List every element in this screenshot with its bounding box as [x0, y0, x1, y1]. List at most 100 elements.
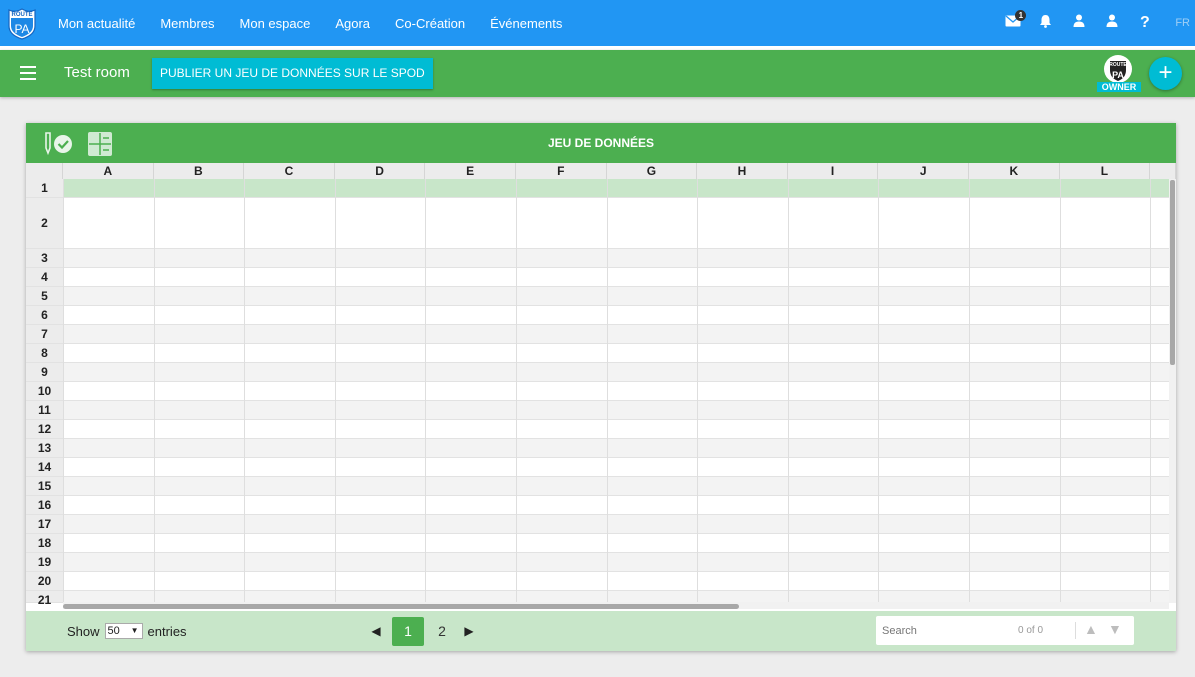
column-header[interactable]: H	[697, 163, 788, 179]
column-divider	[63, 179, 64, 603]
row-header[interactable]: 9	[26, 363, 63, 382]
search-next-icon[interactable]: ▼	[1108, 621, 1122, 637]
column-header[interactable]: G	[606, 163, 698, 179]
publish-dataset-button[interactable]: PUBLIER UN JEU DE DONNÉES SUR LE SPOD	[152, 58, 433, 89]
table-row[interactable]	[63, 401, 1169, 420]
table-row[interactable]	[63, 179, 1169, 198]
table-row[interactable]	[63, 572, 1169, 591]
table-row[interactable]	[63, 496, 1169, 515]
column-header[interactable]: F	[516, 163, 607, 179]
prev-page-button[interactable]: ◀	[366, 624, 386, 638]
nav-membres[interactable]: Membres	[160, 16, 214, 31]
column-header[interactable]: E	[425, 163, 516, 179]
table-row[interactable]	[63, 268, 1169, 287]
owner-logo-text-top: ROUTE	[1109, 62, 1127, 68]
table-row[interactable]	[63, 287, 1169, 306]
language-selector[interactable]: FR	[1175, 17, 1190, 29]
nav-mon-actualite[interactable]: Mon actualité	[58, 16, 135, 31]
top-navbar: ROUTE PA Mon actualité Membres Mon espac…	[0, 0, 1195, 46]
column-header[interactable]: D	[334, 163, 426, 179]
column-header[interactable]: A	[63, 163, 154, 179]
column-divider	[697, 179, 699, 603]
user-icon	[1106, 14, 1118, 32]
row-header[interactable]: 2	[26, 198, 63, 249]
help-button[interactable]: ?	[1128, 0, 1161, 46]
table-row[interactable]	[63, 458, 1169, 477]
row-header[interactable]: 6	[26, 306, 63, 325]
row-header[interactable]: 13	[26, 439, 63, 458]
pagination: ◀ 1 2 ▶	[366, 616, 479, 646]
row-header[interactable]: 15	[26, 477, 63, 496]
account-button[interactable]	[1095, 0, 1128, 46]
table-row[interactable]	[63, 306, 1169, 325]
column-divider	[1150, 179, 1152, 603]
column-header[interactable]: K	[969, 163, 1060, 179]
edit-validate-icon[interactable]	[42, 131, 74, 156]
column-header[interactable]: J	[878, 163, 969, 179]
row-header[interactable]: 21	[26, 591, 63, 607]
dropdown-arrow-icon: ▼	[130, 626, 139, 635]
table-row[interactable]	[63, 420, 1169, 439]
page-2-button[interactable]: 2	[426, 617, 458, 646]
column-header[interactable]: B	[153, 163, 245, 179]
column-divider	[1059, 179, 1061, 603]
table-row[interactable]	[63, 477, 1169, 496]
table-row[interactable]	[63, 363, 1169, 382]
row-header[interactable]: 14	[26, 458, 63, 477]
column-header[interactable]: L	[1059, 163, 1151, 179]
column-header[interactable]: C	[244, 163, 335, 179]
search-input[interactable]	[880, 622, 1009, 640]
row-header[interactable]: 17	[26, 515, 63, 534]
table-row[interactable]	[63, 249, 1169, 268]
column-header[interactable]: I	[787, 163, 879, 179]
card-header: JEU DE DONNÉES	[26, 123, 1176, 163]
nav-agora[interactable]: Agora	[335, 16, 370, 31]
bell-icon	[1039, 14, 1052, 33]
search-prev-icon[interactable]: ▲	[1084, 621, 1098, 637]
profile-button[interactable]	[1062, 0, 1095, 46]
vertical-scroll-thumb[interactable]	[1170, 180, 1175, 365]
messages-button[interactable]: 1	[996, 0, 1029, 46]
nav-evenements[interactable]: Événements	[490, 16, 562, 31]
dataset-card: JEU DE DONNÉES A B C D E F G H I J K L 1 2 3 4 5 6 7 8 9 10 11…	[26, 123, 1176, 651]
owner-badge: OWNER	[1097, 82, 1141, 92]
row-header[interactable]: 4	[26, 268, 63, 287]
entries-select[interactable]: 50 ▼	[104, 623, 143, 639]
row-header[interactable]: 3	[26, 249, 63, 268]
menu-icon[interactable]	[20, 66, 36, 80]
row-header[interactable]: 10	[26, 382, 63, 401]
add-button[interactable]: +	[1149, 57, 1182, 90]
route-pa-logo[interactable]: ROUTE PA	[5, 6, 39, 40]
table-row[interactable]	[63, 325, 1169, 344]
row-header[interactable]: 12	[26, 420, 63, 439]
row-header[interactable]: 18	[26, 534, 63, 553]
table-row[interactable]	[63, 439, 1169, 458]
row-header[interactable]: 8	[26, 344, 63, 363]
next-page-button[interactable]: ▶	[459, 624, 479, 638]
nav-mon-espace[interactable]: Mon espace	[240, 16, 311, 31]
nav-co-creation[interactable]: Co-Création	[395, 16, 465, 31]
notifications-button[interactable]	[1029, 0, 1062, 46]
row-header[interactable]: 20	[26, 572, 63, 591]
dataset-title: JEU DE DONNÉES	[547, 136, 655, 150]
page-1-button[interactable]: 1	[392, 616, 424, 646]
table-row[interactable]	[63, 198, 1169, 249]
calculator-icon[interactable]	[87, 131, 113, 157]
horizontal-scroll-thumb[interactable]	[63, 604, 739, 609]
table-row[interactable]	[63, 534, 1169, 553]
row-header[interactable]: 19	[26, 553, 63, 572]
row-header[interactable]: 1	[26, 179, 63, 198]
row-header[interactable]: 11	[26, 401, 63, 420]
column-divider	[153, 179, 155, 603]
table-row[interactable]	[63, 382, 1169, 401]
table-row[interactable]	[63, 553, 1169, 572]
table-row[interactable]	[63, 515, 1169, 534]
table-footer: Show 50 ▼ entries ◀ 1 2 ▶ 0 of 0 ▲ ▼	[26, 611, 1176, 651]
table-row[interactable]	[63, 344, 1169, 363]
room-toolbar: Test room PUBLIER UN JEU DE DONNÉES SUR …	[0, 50, 1195, 97]
row-header[interactable]: 7	[26, 325, 63, 344]
row-header[interactable]: 16	[26, 496, 63, 515]
grid-corner[interactable]	[26, 163, 63, 179]
row-header[interactable]: 5	[26, 287, 63, 306]
column-divider	[425, 179, 427, 603]
